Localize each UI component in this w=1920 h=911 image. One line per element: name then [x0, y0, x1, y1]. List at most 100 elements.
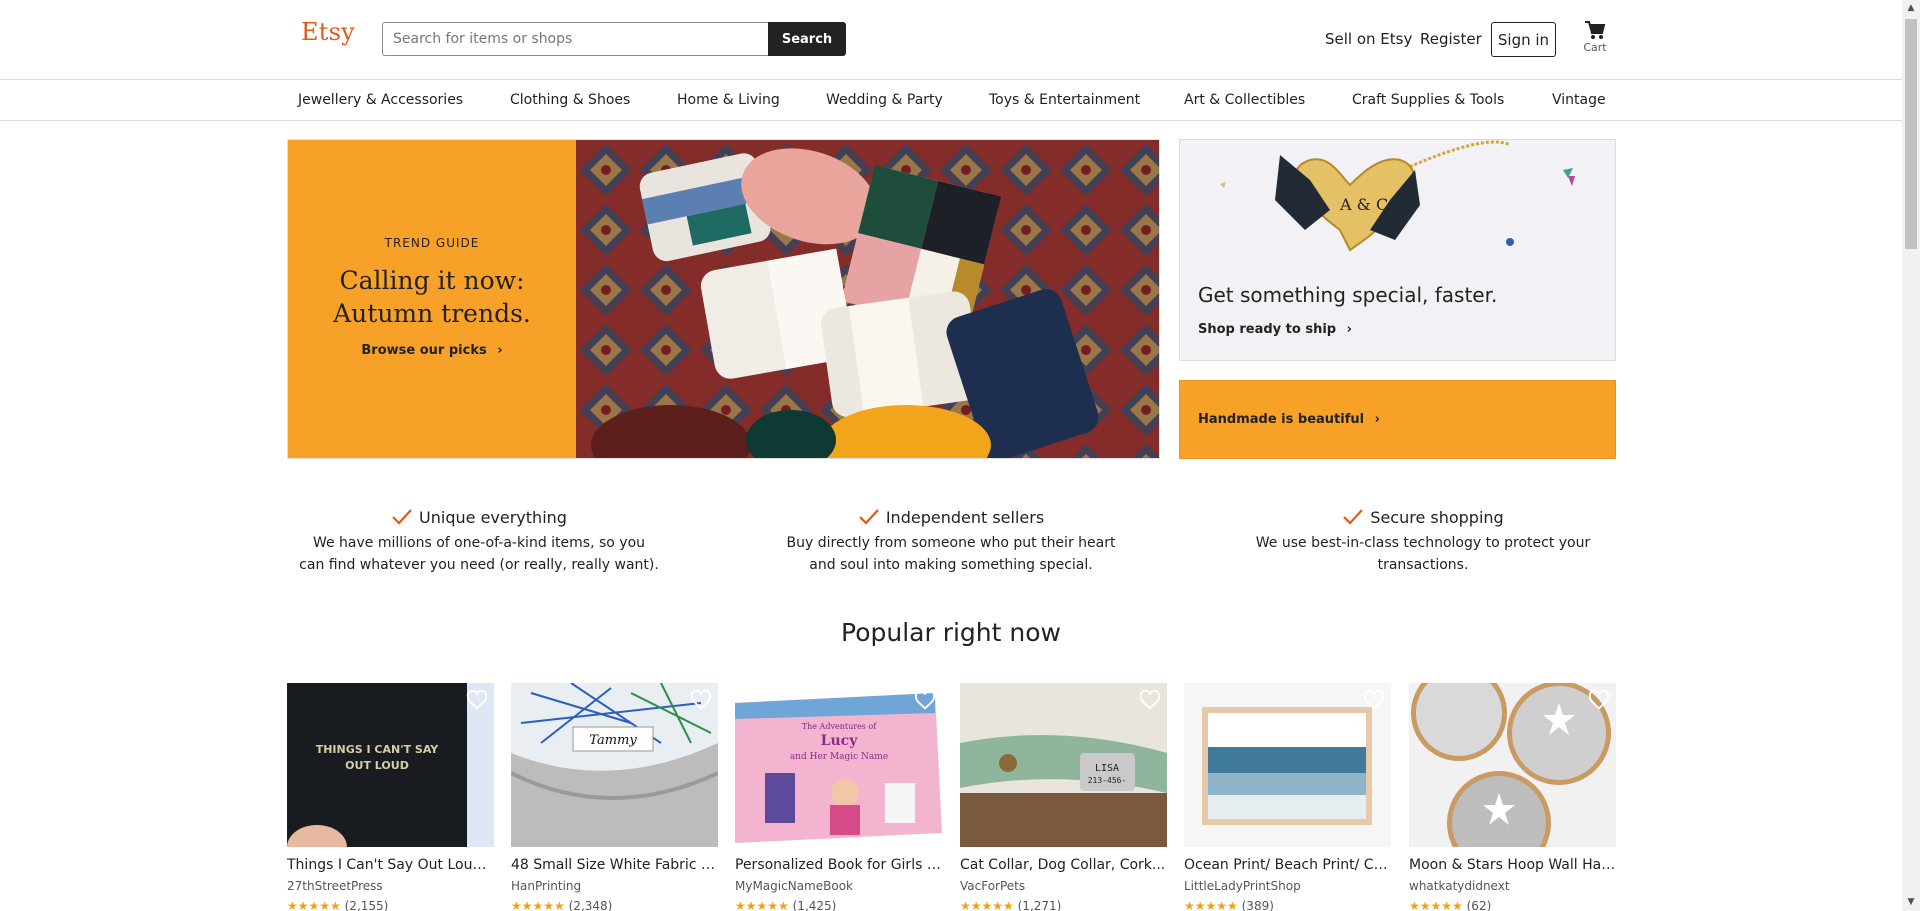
value-prop-line: We have millions of one-of-a-kind items,…	[312, 535, 646, 551]
search-button[interactable]: Search	[768, 22, 846, 56]
product-card[interactable]: LISA 213-456- Cat Collar, Dog Collar, Co…	[960, 683, 1167, 911]
rating-stars: ★★★★★	[1184, 899, 1238, 911]
product-shop[interactable]: HanPrinting	[511, 879, 581, 893]
product-card[interactable]: THINGS I CAN'T SAY OUT LOUD Things I Can…	[287, 683, 494, 911]
product-image-text: LISA	[1095, 763, 1119, 774]
browse-picks-link[interactable]: Browse our picks ›	[288, 343, 576, 358]
product-image	[1409, 683, 1616, 847]
product-card[interactable]: The Adventures of Lucy and Her Magic Nam…	[735, 683, 942, 911]
product-rating: ★★★★★ (62)	[1409, 899, 1491, 911]
ready-to-ship-banner[interactable]: A & C Get something special, faster. Sho…	[1179, 139, 1616, 361]
category-toys-entertainment[interactable]: Toys & Entertainment	[989, 92, 1140, 108]
cart-icon	[1585, 21, 1606, 39]
register-link[interactable]: Register	[1420, 30, 1482, 48]
search-bar: Search	[382, 22, 846, 56]
page-scrollbar[interactable]: ▲ ▼	[1902, 0, 1920, 911]
value-prop-line: transactions.	[1377, 557, 1469, 573]
heart-icon[interactable]	[1363, 689, 1385, 711]
hero-title-line-2: Autumn trends.	[333, 299, 531, 328]
product-rating: ★★★★★ (389)	[1184, 899, 1274, 911]
product-title[interactable]: Moon & Stars Hoop Wall Han...	[1409, 857, 1616, 873]
category-vintage[interactable]: Vintage	[1552, 92, 1606, 108]
review-count: (1,271)	[1017, 899, 1062, 911]
handmade-label-wrap: Handmade is beautiful ›	[1198, 412, 1380, 427]
product-title[interactable]: Personalized Book for Girls -...	[735, 857, 942, 873]
category-home-living[interactable]: Home & Living	[677, 92, 780, 108]
value-prop-head: Secure shopping	[1243, 505, 1603, 529]
value-prop-line: can find whatever you need (or really, r…	[299, 557, 659, 573]
sign-in-button[interactable]: Sign in	[1491, 22, 1556, 57]
value-prop-line: Buy directly from someone who put their …	[786, 535, 1116, 551]
heart-icon[interactable]	[1588, 689, 1610, 711]
product-title[interactable]: Ocean Print/ Beach Print/ Co...	[1184, 857, 1391, 873]
rating-stars: ★★★★★	[735, 899, 789, 911]
product-image: LISA 213-456-	[960, 683, 1167, 847]
review-count: (1,425)	[792, 899, 837, 911]
handmade-banner[interactable]: Handmade is beautiful ›	[1179, 380, 1616, 459]
site-header: Etsy Search Sell on Etsy Register Sign i…	[0, 0, 1902, 80]
value-prop-line: and soul into making something special.	[809, 557, 1093, 573]
review-count: (62)	[1466, 899, 1492, 911]
heart-icon[interactable]	[690, 689, 712, 711]
value-prop-title: Unique everything	[419, 507, 567, 527]
product-rating: ★★★★★ (2,155)	[287, 899, 388, 911]
hero-text-panel: TREND GUIDE Calling it now: Autumn trend…	[288, 140, 576, 458]
value-prop-head: Independent sellers	[771, 505, 1131, 529]
shop-ready-to-ship-label: Shop ready to ship	[1198, 322, 1337, 337]
product-title[interactable]: Things I Can't Say Out Loud...	[287, 857, 494, 873]
value-prop-title: Secure shopping	[1370, 507, 1504, 527]
special-title: Get something special, faster.	[1198, 283, 1498, 307]
value-prop-secure: Secure shopping We use best-in-class tec…	[1243, 505, 1603, 576]
product-image	[1184, 683, 1391, 847]
product-image: Tammy	[511, 683, 718, 847]
rating-stars: ★★★★★	[287, 899, 341, 911]
heart-icon[interactable]	[466, 689, 488, 711]
product-card[interactable]: Tammy 48 Small Size White Fabric L... Ha…	[511, 683, 718, 911]
product-title[interactable]: Cat Collar, Dog Collar, Cork...	[960, 857, 1167, 873]
scroll-down-arrow-icon[interactable]: ▼	[1902, 894, 1920, 911]
scroll-up-arrow-icon[interactable]: ▲	[1902, 0, 1920, 17]
heart-icon[interactable]	[1139, 689, 1161, 711]
hero-banner[interactable]: TREND GUIDE Calling it now: Autumn trend…	[287, 139, 1160, 459]
product-card[interactable]: Moon & Stars Hoop Wall Han... whatkatydi…	[1409, 683, 1616, 911]
category-art-collectibles[interactable]: Art & Collectibles	[1184, 92, 1305, 108]
product-rating: ★★★★★ (1,425)	[735, 899, 836, 911]
product-shop[interactable]: 27thStreetPress	[287, 879, 383, 893]
scrollbar-thumb[interactable]	[1905, 19, 1917, 249]
cart-label: Cart	[1583, 41, 1607, 54]
value-prop-body: Buy directly from someone who put their …	[771, 532, 1131, 576]
product-shop[interactable]: whatkatydidnext	[1409, 879, 1510, 893]
product-image-text: Tammy	[589, 733, 637, 748]
rating-stars: ★★★★★	[511, 899, 565, 911]
check-icon	[859, 509, 879, 525]
category-jewellery-accessories[interactable]: Jewellery & Accessories	[298, 92, 463, 108]
product-shop[interactable]: MyMagicNameBook	[735, 879, 853, 893]
hero-title-line-1: Calling it now:	[339, 266, 525, 295]
value-prop-unique: Unique everything We have millions of on…	[299, 505, 659, 576]
search-input[interactable]	[382, 22, 768, 56]
review-count: (2,155)	[344, 899, 389, 911]
hero-eyebrow: TREND GUIDE	[384, 236, 480, 250]
product-card[interactable]: Ocean Print/ Beach Print/ Co... LittleLa…	[1184, 683, 1391, 911]
value-prop-body: We have millions of one-of-a-kind items,…	[299, 532, 659, 576]
value-prop-head: Unique everything	[299, 505, 659, 529]
category-craft-supplies-tools[interactable]: Craft Supplies & Tools	[1352, 92, 1504, 108]
cart-button[interactable]: Cart	[1579, 20, 1611, 66]
category-clothing-shoes[interactable]: Clothing & Shoes	[510, 92, 630, 108]
product-shop[interactable]: VacForPets	[960, 879, 1025, 893]
rating-stars: ★★★★★	[1409, 899, 1463, 911]
product-rating: ★★★★★ (2,348)	[511, 899, 612, 911]
shop-ready-to-ship-link[interactable]: Shop ready to ship ›	[1198, 322, 1352, 337]
product-shop[interactable]: LittleLadyPrintShop	[1184, 879, 1301, 893]
product-rating: ★★★★★ (1,271)	[960, 899, 1061, 911]
product-image: The Adventures of Lucy and Her Magic Nam…	[735, 683, 942, 847]
etsy-logo[interactable]: Etsy	[301, 18, 355, 46]
product-title[interactable]: 48 Small Size White Fabric L...	[511, 857, 718, 873]
chevron-right-icon: ›	[1374, 412, 1380, 427]
product-image: THINGS I CAN'T SAY OUT LOUD	[287, 683, 494, 847]
sell-on-etsy-link[interactable]: Sell on Etsy	[1325, 30, 1412, 48]
check-icon	[392, 509, 412, 525]
category-wedding-party[interactable]: Wedding & Party	[826, 92, 943, 108]
heart-icon[interactable]	[914, 689, 936, 711]
browse-picks-label: Browse our picks	[361, 343, 487, 358]
